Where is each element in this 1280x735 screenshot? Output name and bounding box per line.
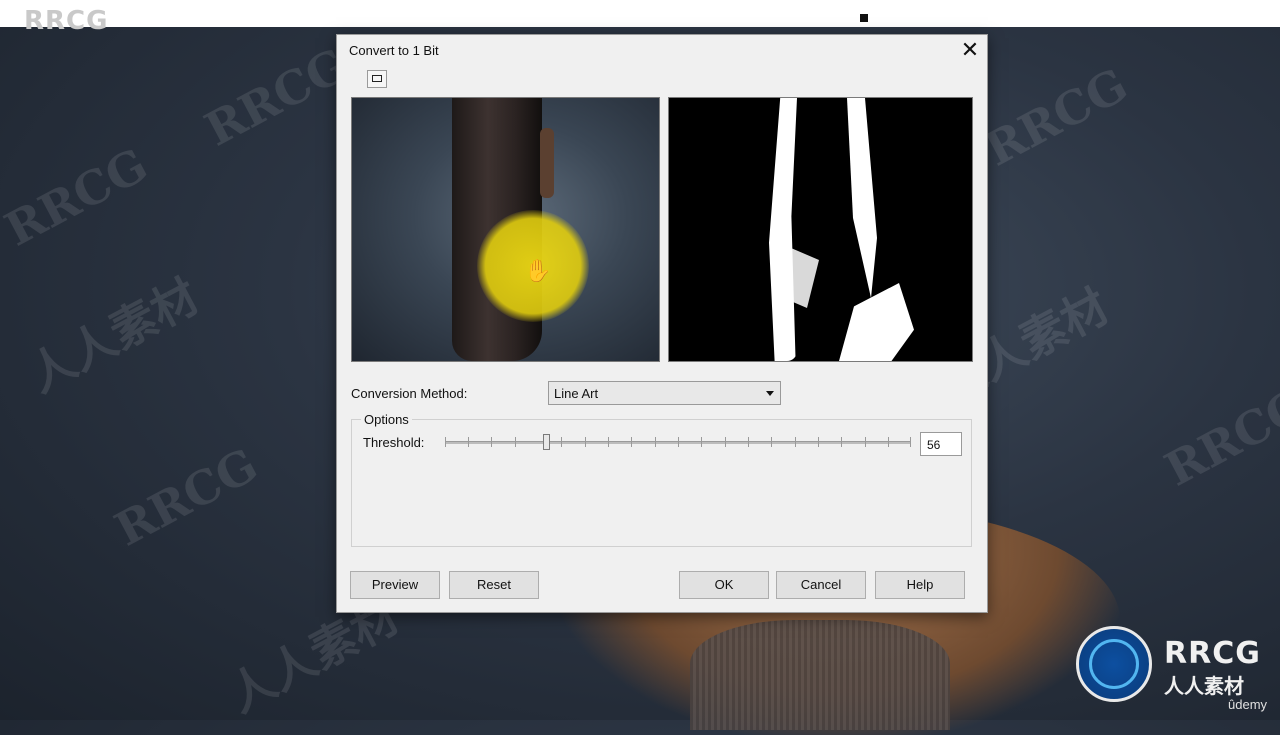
chevron-down-icon (766, 391, 774, 396)
bw-highlight-shape (769, 98, 797, 361)
options-group-title: Options (361, 412, 412, 427)
threshold-slider[interactable] (445, 432, 911, 452)
preview-figure-arm (540, 128, 554, 198)
bw-highlight-shape (839, 283, 914, 361)
slider-tick (748, 437, 749, 447)
conversion-method-select[interactable]: Line Art (548, 381, 781, 405)
slider-tick (631, 437, 632, 447)
slider-tick (608, 437, 609, 447)
threshold-input[interactable]: 56 (920, 432, 962, 456)
slider-tick (910, 437, 911, 447)
slider-tick (561, 437, 562, 447)
watermark-rrcg: RRCG (106, 437, 267, 557)
watermark-rrcg: RRCG (1156, 377, 1280, 497)
threshold-slider-thumb[interactable] (543, 434, 550, 450)
slider-tick (445, 437, 446, 447)
help-button[interactable]: Help (875, 571, 965, 599)
watermark-cn: 人人素材 (19, 268, 208, 403)
close-icon[interactable]: ✕ (957, 37, 983, 63)
slider-tick (841, 437, 842, 447)
slider-tick (655, 437, 656, 447)
slider-tick (795, 437, 796, 447)
slider-tick (678, 437, 679, 447)
bw-highlight-shape (847, 98, 877, 298)
slider-tick (701, 437, 702, 447)
single-window-icon (372, 75, 382, 82)
logo-brand-text: RRCG (1164, 636, 1261, 671)
threshold-label: Threshold: (363, 435, 425, 450)
rrcg-logo-icon (1076, 626, 1152, 702)
slider-tick (515, 437, 516, 447)
dialog-title: Convert to 1 Bit (349, 43, 439, 58)
watermark-rrcg: RRCG (196, 37, 357, 157)
result-preview-pane[interactable] (668, 97, 973, 362)
slider-tick (585, 437, 586, 447)
slider-tick (865, 437, 866, 447)
slider-tick (888, 437, 889, 447)
cancel-button[interactable]: Cancel (776, 571, 866, 599)
watermark-rrcg: RRCG (976, 57, 1137, 177)
slider-tick (468, 437, 469, 447)
conversion-method-value: Line Art (554, 386, 599, 401)
preview-button[interactable]: Preview (350, 571, 440, 599)
slider-tick (491, 437, 492, 447)
udemy-watermark: ûdemy (1228, 697, 1268, 712)
logo-sub-text: 人人素材 (1164, 674, 1244, 698)
reset-button[interactable]: Reset (449, 571, 539, 599)
preview-mode-toggle-button[interactable] (367, 70, 387, 88)
convert-to-1bit-dialog: Convert to 1 Bit ✕ ✋ Conversion Method: … (336, 34, 988, 613)
hand-cursor-icon: ✋ (524, 258, 552, 283)
top-bar: RRCG (0, 0, 1280, 36)
original-preview-pane[interactable]: ✋ (351, 97, 660, 362)
slider-tick (818, 437, 819, 447)
slider-tick (725, 437, 726, 447)
watermark-rrcg: RRCG (0, 137, 157, 257)
topbar-marker (860, 14, 868, 22)
watermark-logo-top: RRCG (24, 6, 109, 36)
logo-ring (1089, 639, 1139, 689)
ok-button[interactable]: OK (679, 571, 769, 599)
slider-tick (771, 437, 772, 447)
conversion-method-label: Conversion Method: (351, 386, 468, 401)
background-figure-dress (690, 620, 950, 730)
